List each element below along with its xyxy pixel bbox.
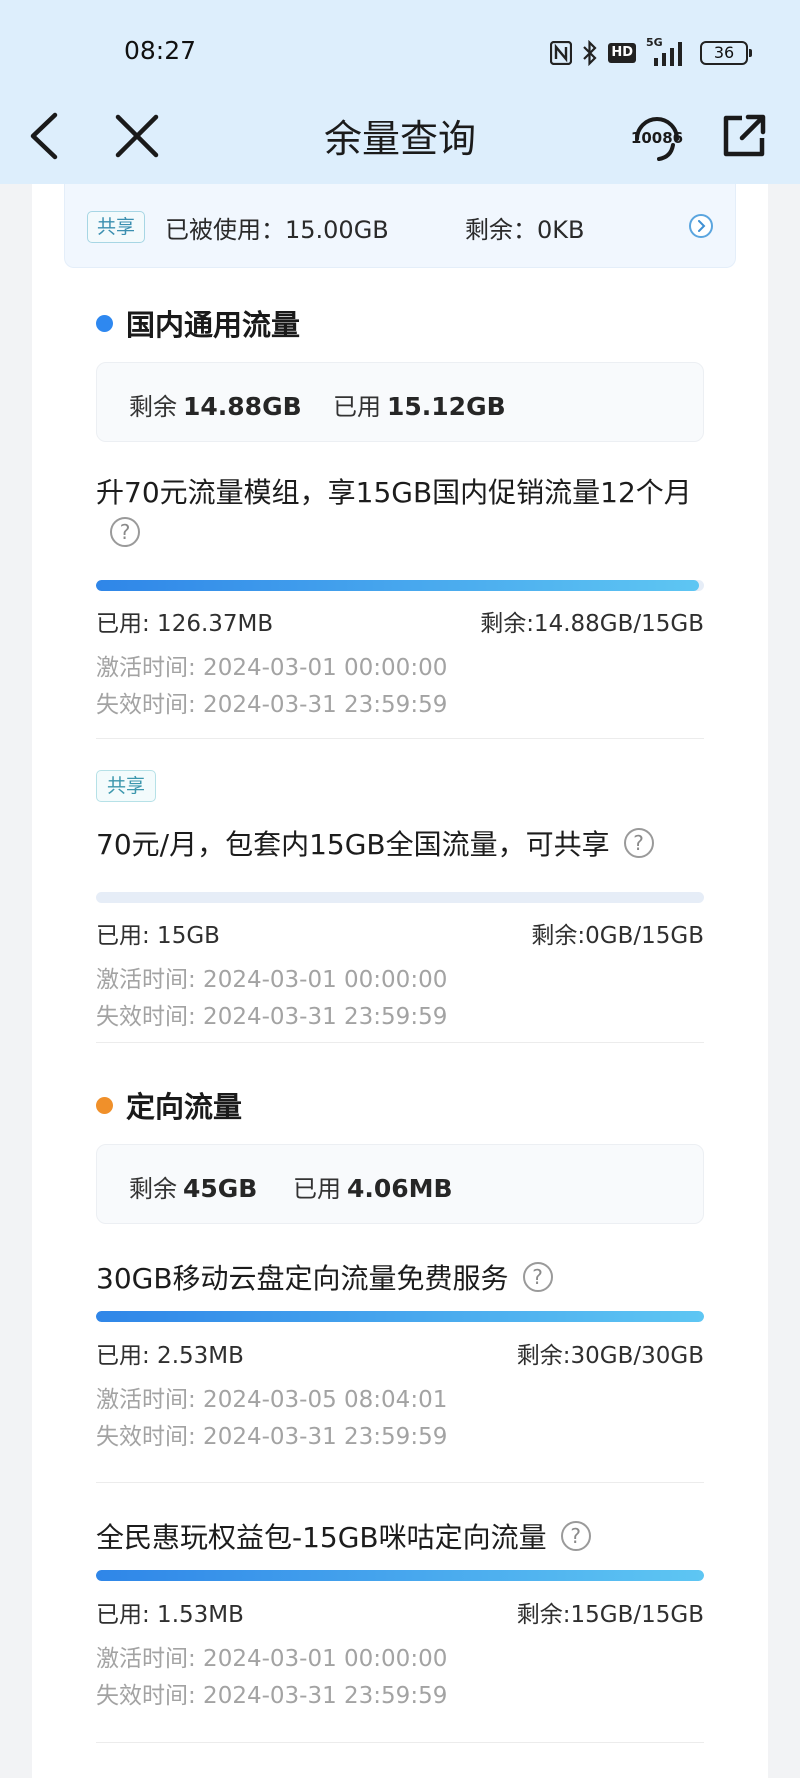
help-icon[interactable]: ? [110,517,140,547]
package-expires: 失效时间: 2024-03-31 23:59:59 [96,1424,448,1450]
divider [96,1042,704,1043]
package-activated: 激活时间: 2024-03-05 08:04:01 [96,1387,448,1413]
package-remain: 剩余:0GB/15GB [531,923,704,949]
package-card: 30GB移动云盘定向流量免费服务? 已用: 2.53MB 剩余:30GB/30G… [96,1258,704,1458]
package-activated: 激活时间: 2024-03-01 00:00:00 [96,967,448,993]
share-button[interactable] [714,106,774,166]
used-label: 已用 [293,1175,341,1203]
top-bar: 08:27 HD 5G 36 余量查询 10086 [0,0,800,184]
customer-service-button[interactable]: 10086 [624,106,690,166]
package-expires: 失效时间: 2024-03-31 23:59:59 [96,1004,448,1030]
used-value: 4.06MB [347,1174,453,1203]
targeted-remain: 剩余 45GB [129,1169,257,1204]
package-expires: 失效时间: 2024-03-31 23:59:59 [96,1683,448,1709]
progress-bar [96,1570,704,1581]
divider [96,1482,704,1483]
signal-icon: 5G [646,36,690,66]
domestic-section-header: 国内通用流量 [96,302,300,344]
nfc-icon [550,41,573,65]
domestic-section-title: 国内通用流量 [126,308,301,342]
package-remain: 剩余:15GB/15GB [516,1602,704,1628]
share-tag: 共享 [87,211,146,243]
domestic-summary: 剩余 14.88GB 已用 15.12GB [96,362,704,442]
targeted-used: 已用 4.06MB [293,1169,453,1204]
share-detail-arrow[interactable] [689,214,713,238]
package-used: 已用: 126.37MB [96,611,274,637]
used-label: 已用 [333,393,381,421]
targeted-section-header: 定向流量 [96,1084,242,1126]
nav-bar: 余量查询 10086 [0,96,800,176]
remain-value: 45GB [183,1174,258,1203]
share-tag: 共享 [96,770,157,802]
progress-bar [96,892,704,903]
package-title: 全民惠玩权益包-15GB咪咕定向流量? [96,1517,704,1558]
domestic-dot [96,314,113,332]
package-remain: 剩余:30GB/30GB [516,1343,704,1369]
progress-bar [96,580,704,591]
progress-fill [96,580,700,591]
network-type: 5G [646,36,663,49]
bluetooth-icon [583,40,597,66]
package-card: 共享 70元/月，包套内15GB全国流量，可共享? 已用: 15GB 剩余:0G… [96,770,704,1030]
package-title: 30GB移动云盘定向流量免费服务? [96,1258,704,1299]
help-icon[interactable]: ? [522,1262,553,1292]
remain-value: 14.88GB [183,392,302,421]
package-remain: 剩余:14.88GB/15GB [480,611,704,637]
progress-fill [96,1311,704,1322]
package-card: 升70元流量模组，享15GB国内促销流量12个月? 已用: 126.37MB 剩… [96,472,704,718]
package-activated: 激活时间: 2024-03-01 00:00:00 [96,655,448,681]
domestic-remain: 剩余 14.88GB [129,387,302,422]
status-icons: HD 5G 36 [550,36,752,70]
domestic-used: 已用 15.12GB [333,387,506,422]
chevron-right-icon [698,220,706,232]
package-expires: 失效时间: 2024-03-31 23:59:59 [96,692,448,718]
remain-label: 剩余 [129,1175,177,1203]
hd-icon: HD [608,43,636,63]
used-value: 15.12GB [387,392,506,421]
package-used: 已用: 15GB [96,923,220,949]
package-used: 已用: 2.53MB [96,1343,244,1369]
targeted-summary: 剩余 45GB 已用 4.06MB [96,1144,704,1224]
share-used-text: 已被使用：15.00GB [165,216,389,244]
package-activated: 激活时间: 2024-03-01 00:00:00 [96,1646,448,1672]
targeted-section-title: 定向流量 [126,1090,243,1124]
divider [96,738,704,739]
status-time: 08:27 [124,36,197,65]
battery-icon: 36 [700,41,752,65]
package-title: 70元/月，包套内15GB全国流量，可共享? [96,824,704,865]
divider [96,1742,704,1743]
progress-fill [96,1570,704,1581]
package-title: 升70元流量模组，享15GB国内促销流量12个月? [96,472,704,554]
share-icon [723,114,766,157]
progress-bar [96,1311,704,1322]
service-number: 10086 [630,129,684,147]
targeted-dot [96,1096,113,1114]
package-card: 全民惠玩权益包-15GB咪咕定向流量? 已用: 1.53MB 剩余:15GB/1… [96,1517,704,1717]
share-summary-bar[interactable]: 共享 已被使用：15.00GB 剩余：0KB [64,184,736,268]
share-remain-text: 剩余：0KB [465,216,585,244]
package-used: 已用: 1.53MB [96,1602,244,1628]
help-icon[interactable]: ? [623,828,654,858]
remain-label: 剩余 [129,393,177,421]
help-icon[interactable]: ? [560,1521,591,1551]
content-sheet: 共享 已被使用：15.00GB 剩余：0KB 国内通用流量 剩余 14.88GB … [32,184,768,1778]
